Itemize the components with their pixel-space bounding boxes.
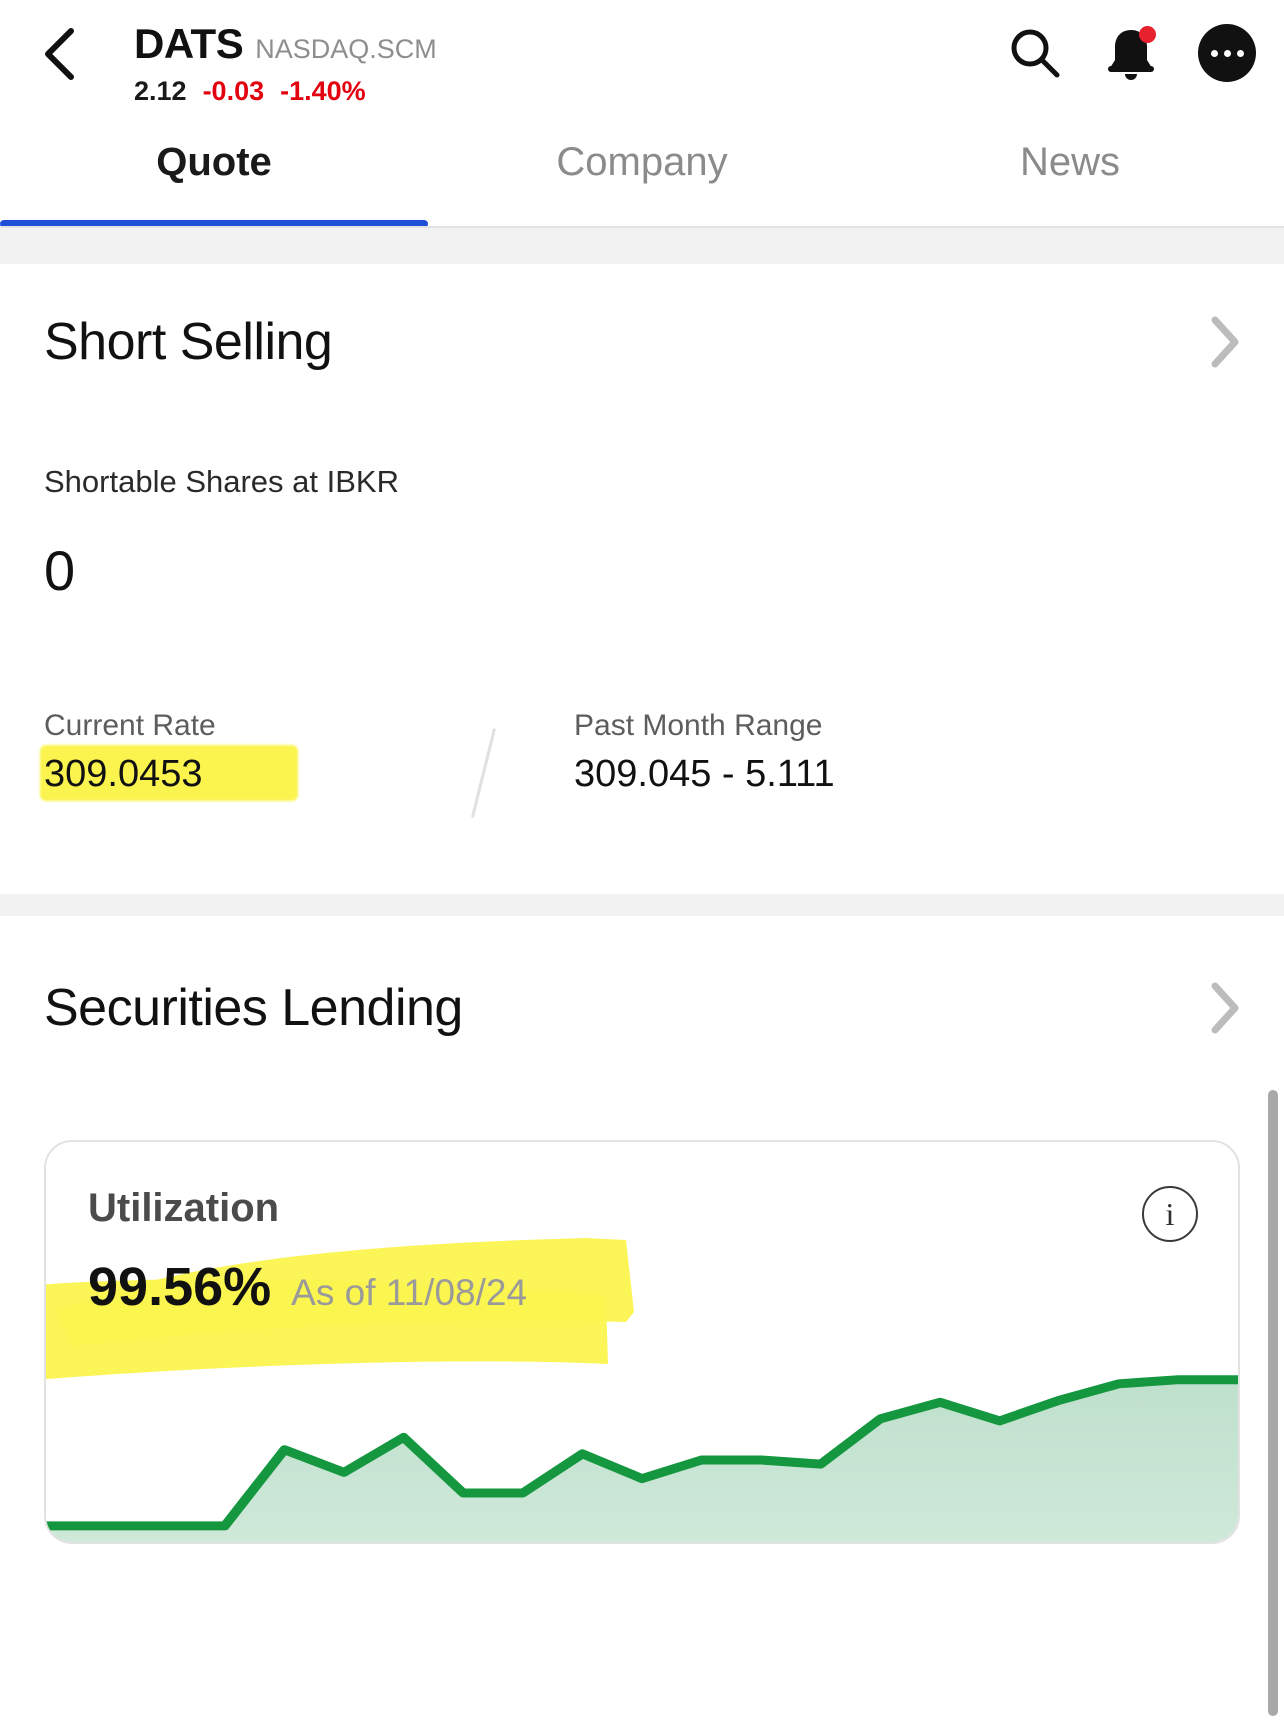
past-month-range-stat: Past Month Range 309.045 - 5.111 — [482, 709, 835, 796]
price-change: -0.03 — [202, 76, 265, 106]
chevron-right-icon — [1211, 316, 1239, 368]
notification-badge — [1139, 26, 1156, 43]
securities-lending-header[interactable]: Securities Lending — [44, 978, 1240, 1038]
current-rate-stat: Current Rate 309.0453 — [40, 709, 482, 801]
notifications-button[interactable] — [1100, 22, 1162, 84]
utilization-value: 99.56% — [88, 1257, 272, 1317]
price-change-percent: -1.40% — [280, 76, 366, 106]
tab-news-label: News — [1019, 140, 1121, 184]
app-header: DATS NASDAQ.SCM 2.12 -0.03 -1.40% — [0, 0, 1284, 128]
last-price: 2.12 — [134, 76, 187, 106]
header-actions — [1004, 22, 1258, 84]
more-options-button[interactable] — [1196, 22, 1258, 84]
ticker-symbol: DATS — [134, 20, 244, 67]
tab-bar: Quote Company News — [0, 128, 1284, 228]
tab-quote-label: Quote — [156, 140, 272, 184]
current-rate-label: Current Rate — [44, 709, 216, 742]
chevron-left-icon — [45, 28, 74, 80]
short-selling-title: Short Selling — [44, 313, 333, 371]
search-button[interactable] — [1004, 22, 1066, 84]
utilization-as-of: As of 11/08/24 — [291, 1272, 528, 1313]
short-selling-header[interactable]: Short Selling — [44, 312, 1240, 372]
more-options-icon — [1198, 24, 1256, 82]
utilization-area-chart — [46, 1375, 1238, 1542]
utilization-title: Utilization — [88, 1186, 280, 1230]
info-icon[interactable]: i — [1142, 1186, 1198, 1242]
chevron-right-icon — [1211, 982, 1239, 1034]
shortable-shares-label: Shortable Shares at IBKR — [44, 464, 399, 499]
tab-news[interactable]: News — [856, 128, 1284, 228]
securities-lending-title: Securities Lending — [44, 979, 463, 1037]
exchange-label: NASDAQ.SCM — [255, 34, 437, 64]
back-button[interactable] — [26, 22, 90, 86]
section-divider-band-2 — [0, 894, 1284, 916]
vertical-scrollbar[interactable] — [1268, 1090, 1278, 1716]
current-rate-value: 309.0453 — [44, 753, 203, 795]
utilization-sparkline — [46, 1312, 1238, 1542]
short-selling-section: Short Selling Shortable Shares at IBKR 0… — [0, 264, 1284, 894]
section-divider-band — [0, 228, 1284, 264]
tab-company-label: Company — [556, 140, 728, 184]
tab-company[interactable]: Company — [428, 128, 856, 228]
utilization-card[interactable]: Utilization i 99.56% As of 11/08/24 — [44, 1140, 1240, 1544]
shortable-shares-value: 0 — [44, 539, 76, 602]
rate-stats-row: Current Rate 309.0453 Past Month Range 3… — [40, 709, 1240, 818]
stock-detail-screen: DATS NASDAQ.SCM 2.12 -0.03 -1.40% Quote … — [0, 0, 1284, 1731]
symbol-block: DATS NASDAQ.SCM 2.12 -0.03 -1.40% — [134, 20, 437, 107]
tab-quote[interactable]: Quote — [0, 128, 428, 228]
securities-lending-section: Securities Lending — [0, 916, 1284, 1038]
past-month-range-value: 309.045 - 5.111 — [574, 753, 835, 795]
past-month-range-label: Past Month Range — [574, 709, 823, 742]
tab-underline — [0, 226, 1284, 228]
utilization-card-wrap: Utilization i 99.56% As of 11/08/24 — [0, 1140, 1284, 1544]
search-icon — [1011, 29, 1060, 78]
